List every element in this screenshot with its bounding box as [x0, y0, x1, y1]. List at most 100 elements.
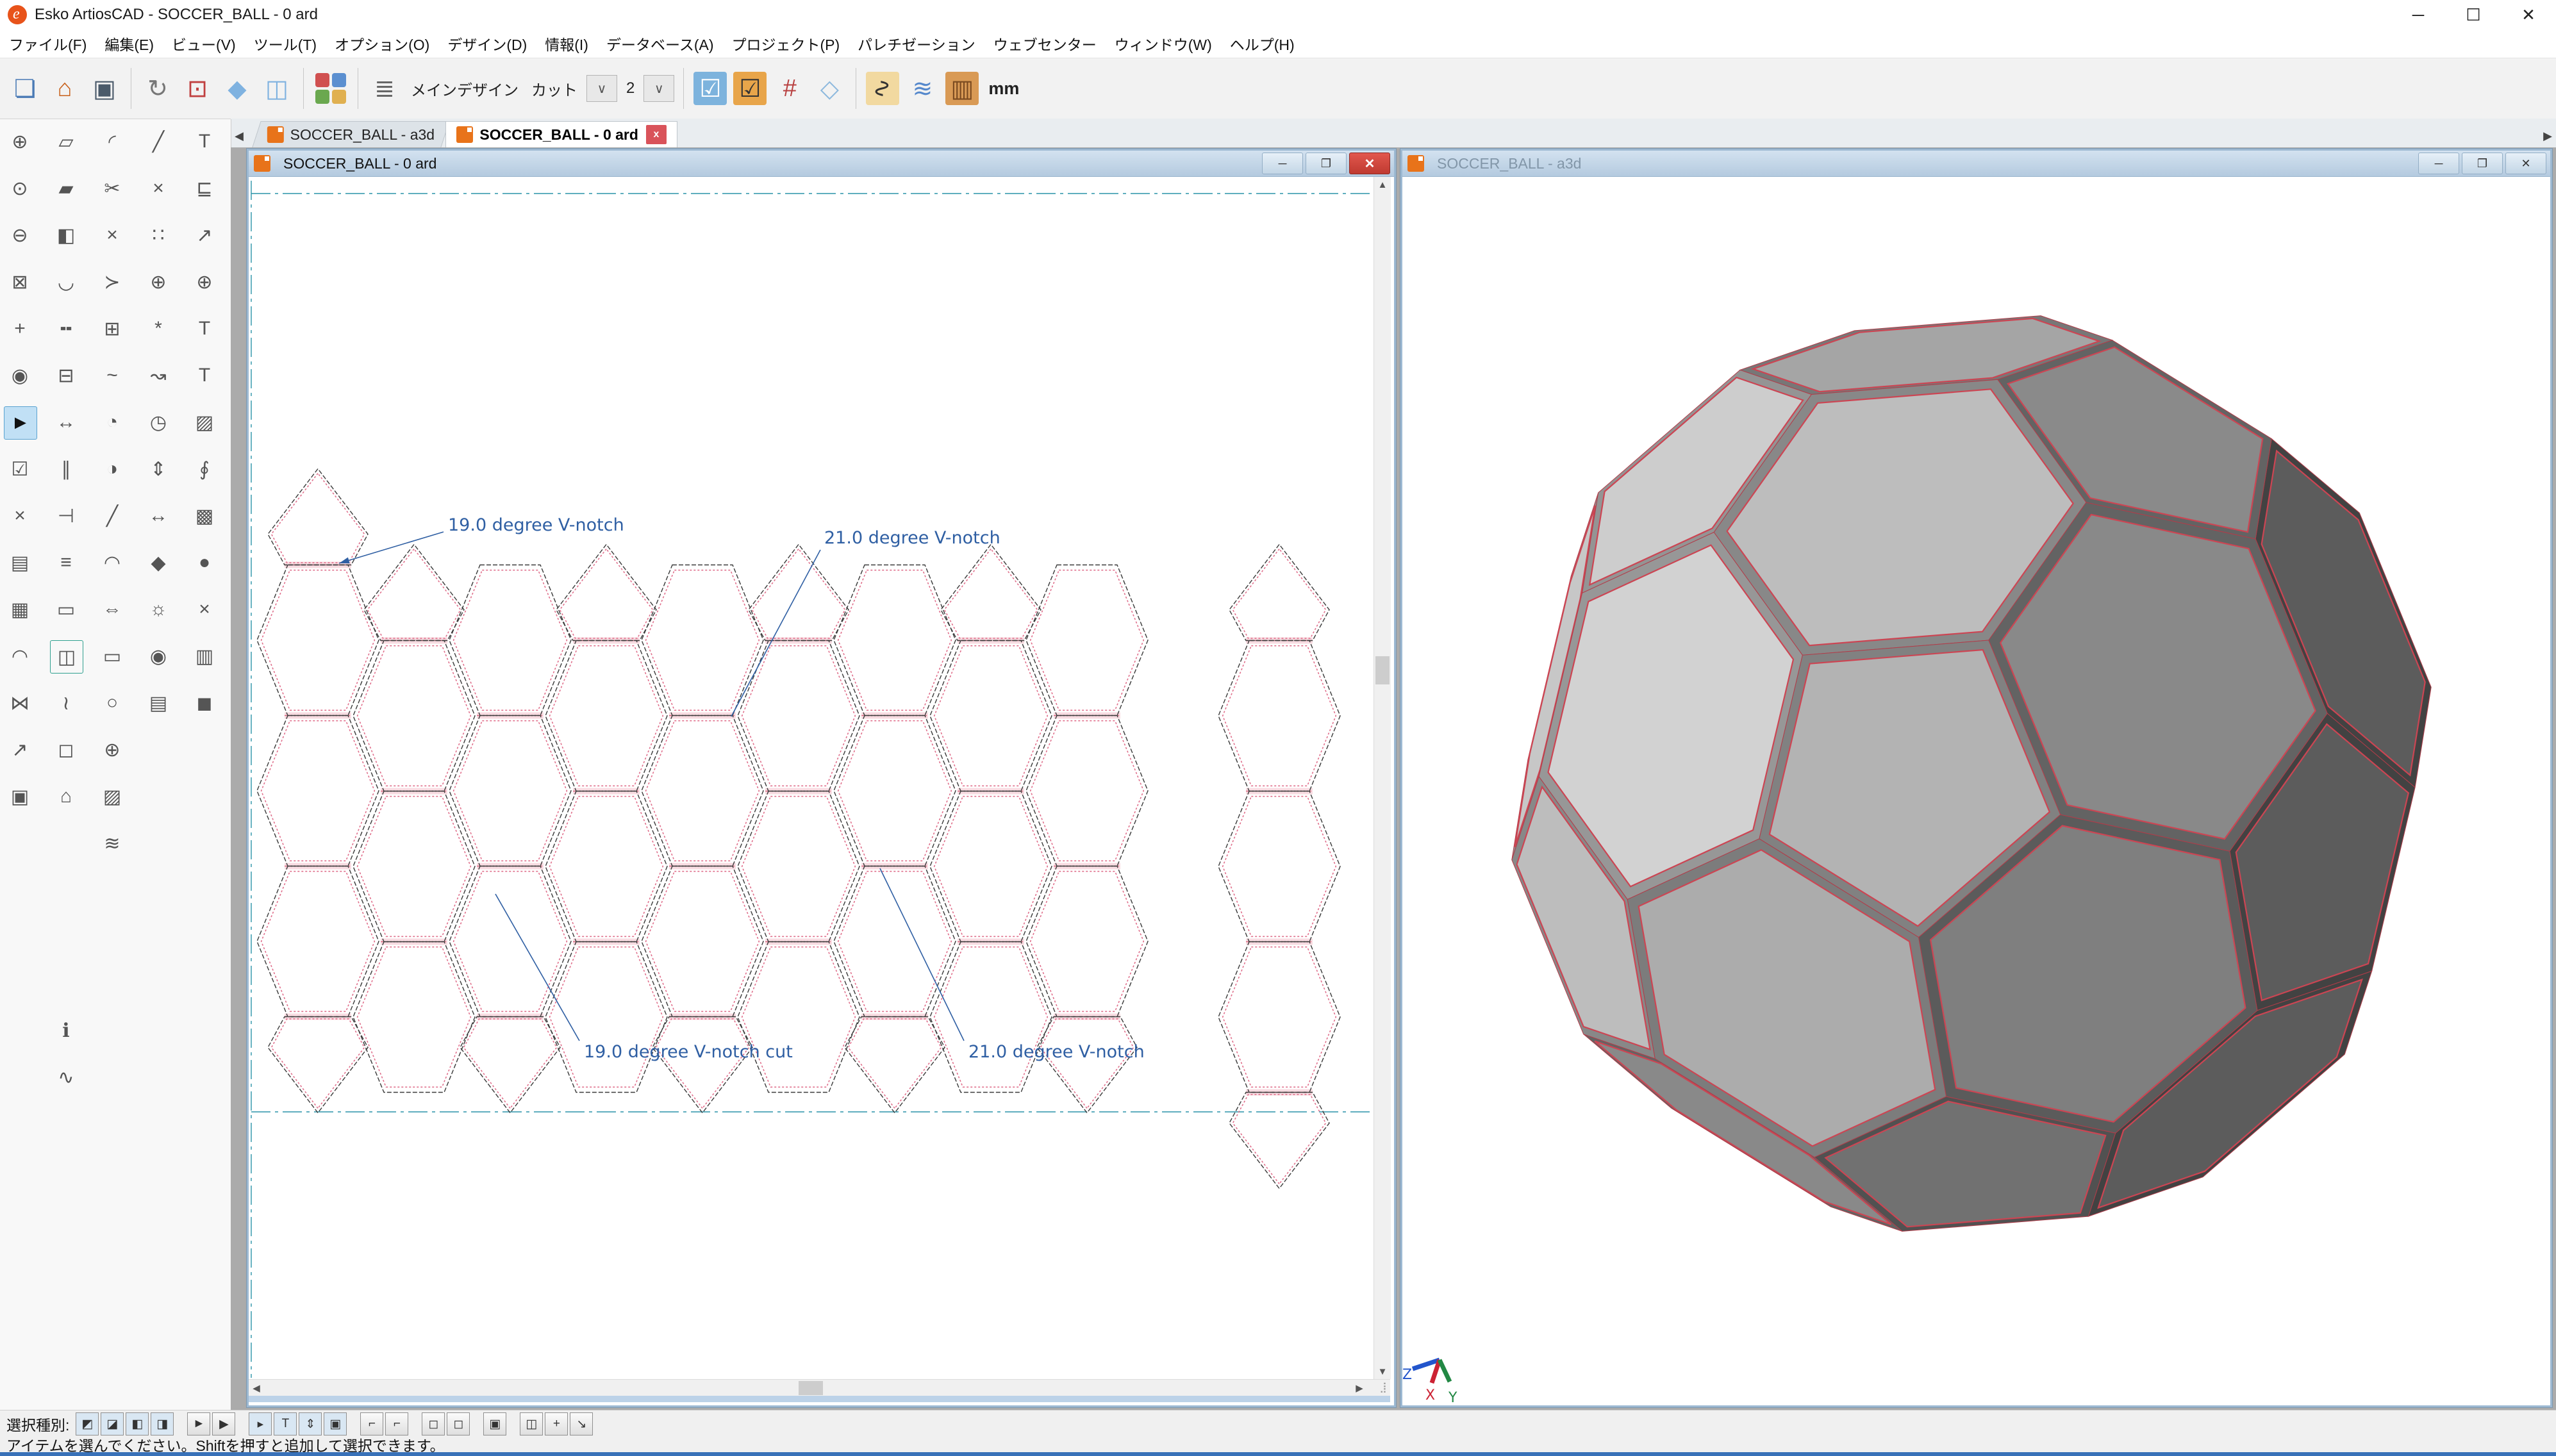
tool-cell-c2-r3[interactable]: ≻ — [96, 266, 128, 298]
selection-filter-button-15[interactable]: ◫ — [520, 1412, 543, 1435]
tool-cell-c1-r2[interactable]: ◧ — [50, 219, 82, 251]
tool-cell-c0-r4[interactable]: + — [4, 313, 36, 345]
tool-cell-c1-r1[interactable]: ▰ — [50, 172, 82, 204]
tool-cell-c3-r11[interactable]: ◉ — [142, 640, 174, 672]
tool-cell-c3-r9[interactable]: ◆ — [142, 547, 174, 579]
tool-cell-c1-r14[interactable]: ⌂ — [50, 781, 82, 813]
tool-cell-c1-r8[interactable]: ⊣ — [50, 500, 82, 532]
view-3d-titlebar[interactable]: SOCCER_BALL - a3d ─ ❐ ✕ — [1402, 151, 2550, 177]
tool-cell-c4-r3[interactable]: ⊕ — [188, 266, 220, 298]
selection-filter-button-13[interactable]: ◻ — [447, 1412, 470, 1435]
s-curve-button[interactable]: ∿ — [866, 72, 899, 105]
tool-cell-c3-r0[interactable]: ╱ — [142, 126, 174, 158]
tool-cell-c4-r8[interactable]: ▩ — [188, 500, 220, 532]
rebuild-button[interactable]: ↻ — [141, 72, 174, 105]
selection-filter-button-11[interactable]: ⌐ — [385, 1412, 408, 1435]
selection-filter-button-10[interactable]: ⌐ — [360, 1412, 383, 1435]
unfold-drawing[interactable]: 19.0 degree V-notch21.0 degree V-notch19… — [249, 177, 1373, 1379]
menu-item-12[interactable]: ヘルプ(H) — [1221, 33, 1304, 54]
tool-cell-c0-r3[interactable]: ⊠ — [4, 266, 36, 298]
tool-cell-c4-r10[interactable]: × — [188, 593, 220, 625]
scroll-down-icon[interactable]: ▼ — [1374, 1364, 1391, 1379]
tool-cell-c0-r14[interactable]: ▣ — [4, 781, 36, 813]
drafting-button[interactable]: # — [773, 72, 806, 105]
tool-cell-c2-r0[interactable]: ◜ — [96, 126, 128, 158]
view-3d-window[interactable]: SOCCER_BALL - a3d ─ ❐ ✕ ZXY — [1400, 149, 2552, 1407]
tool-cell-c0-r5[interactable]: ◉ — [4, 360, 36, 392]
child-close-button[interactable]: ✕ — [1349, 153, 1390, 174]
tool-cell-c2-r12[interactable]: ○ — [96, 687, 128, 719]
child-restore-button[interactable]: ❐ — [2462, 153, 2503, 174]
vertical-scrollbar[interactable]: ▲ ▼ — [1373, 177, 1391, 1379]
tool-cell-c0-r12[interactable]: ⋈ — [4, 687, 36, 719]
menu-item-11[interactable]: ウィンドウ(W) — [1106, 33, 1221, 54]
tool-cell-c2-r8[interactable]: ╱ — [96, 500, 128, 532]
tool-cell-c0-r9[interactable]: ▤ — [4, 547, 36, 579]
tool-cell-c1-r20[interactable]: ∿ — [50, 1061, 82, 1093]
menu-item-5[interactable]: デザイン(D) — [438, 33, 536, 54]
tool-cell-c3-r6[interactable]: ◷ — [142, 406, 174, 438]
menu-item-4[interactable]: オプション(O) — [326, 33, 438, 54]
menu-item-6[interactable]: 情報(I) — [536, 33, 597, 54]
tool-cell-c1-r10[interactable]: ▭ — [50, 593, 82, 625]
selection-filter-button-8[interactable]: ⇕ — [299, 1412, 322, 1435]
selection-filter-button-17[interactable]: ↘ — [570, 1412, 593, 1435]
soccer-ball-3d-view[interactable]: ZXY — [1402, 177, 2546, 1402]
selection-filter-button-16[interactable]: + — [545, 1412, 568, 1435]
menu-item-9[interactable]: パレチゼーション — [849, 33, 984, 54]
selection-filter-button-12[interactable]: ◻ — [422, 1412, 445, 1435]
tool-cell-c1-r4[interactable]: ╍ — [50, 313, 82, 345]
tool-cell-c1-r5[interactable]: ⊟ — [50, 360, 82, 392]
design-button[interactable]: ⌂ — [48, 72, 81, 105]
convert-to-3d-button[interactable]: ◆ — [220, 72, 254, 105]
selection-filter-button-9[interactable]: ▣ — [324, 1412, 347, 1435]
document-tab-0[interactable]: SOCCER_BALL - a3d — [252, 121, 450, 147]
tool-cell-c2-r15[interactable]: ≋ — [96, 827, 128, 859]
tool-cell-c0-r13[interactable]: ↗ — [4, 734, 36, 766]
tool-cell-c1-r6[interactable]: ↔ — [50, 406, 82, 438]
tool-cell-c2-r9[interactable]: ◠ — [96, 547, 128, 579]
tool-cell-c4-r0[interactable]: T — [188, 126, 220, 158]
tool-cell-c1-r12[interactable]: ≀ — [50, 687, 82, 719]
selection-filter-button-4[interactable]: ► — [187, 1412, 210, 1435]
database-info-button[interactable]: ☑ — [733, 72, 767, 105]
tool-cell-c2-r6[interactable]: ◔ — [96, 406, 128, 438]
minimize-button[interactable]: ─ — [2391, 0, 2446, 29]
vscroll-thumb[interactable] — [1375, 656, 1390, 684]
tool-cell-c2-r1[interactable]: ✂ — [96, 172, 128, 204]
menu-item-10[interactable]: ウェブセンター — [984, 33, 1106, 54]
selection-filter-button-3[interactable]: ◨ — [151, 1412, 174, 1435]
tool-cell-c1-r9[interactable]: ≡ — [50, 547, 82, 579]
corrugate-button[interactable]: ≋ — [906, 72, 939, 105]
tool-cell-c3-r7[interactable]: ⇕ — [142, 453, 174, 485]
tool-cell-c0-r11[interactable]: ◠ — [4, 640, 36, 672]
canvas-parts-button-icon[interactable] — [314, 72, 347, 105]
menu-item-7[interactable]: データベース(A) — [597, 33, 723, 54]
tool-cell-c4-r1[interactable]: ⊑ — [188, 172, 220, 204]
tool-cell-c4-r11[interactable]: ▥ — [188, 640, 220, 672]
maximize-button[interactable]: ☐ — [2446, 0, 2501, 29]
child-minimize-button[interactable]: ─ — [2418, 153, 2459, 174]
annotation-dropdown[interactable]: ∨ — [643, 75, 674, 102]
child-close-button[interactable]: ✕ — [2505, 153, 2546, 174]
tab-scroll-right-icon[interactable]: ▶ — [2539, 124, 2556, 147]
convert-to-layout-button[interactable]: ◫ — [260, 72, 294, 105]
scroll-left-icon[interactable]: ◀ — [249, 1380, 264, 1396]
fit-page-button[interactable]: ◇ — [813, 72, 846, 105]
tool-cell-c2-r7[interactable]: ◑ — [96, 453, 128, 485]
tool-cell-c3-r4[interactable]: * — [142, 313, 174, 345]
tool-cell-c4-r4[interactable]: T — [188, 313, 220, 345]
tool-cell-c3-r3[interactable]: ⊕ — [142, 266, 174, 298]
selection-filter-button-2[interactable]: ◧ — [126, 1412, 149, 1435]
tool-cell-c3-r12[interactable]: ▤ — [142, 687, 174, 719]
design-2d-window[interactable]: SOCCER_BALL - 0 ard ─ ❐ ✕ 19.0 degree V-… — [247, 149, 1396, 1407]
selection-filter-button-1[interactable]: ◪ — [101, 1412, 124, 1435]
menu-item-8[interactable]: プロジェクト(P) — [722, 33, 849, 54]
tool-cell-c2-r5[interactable]: ~ — [96, 360, 128, 392]
tool-cell-c3-r1[interactable]: × — [142, 172, 174, 204]
tool-cell-c2-r14[interactable]: ▨ — [96, 781, 128, 813]
resize-grip[interactable]: ⣸ — [1379, 1381, 1388, 1394]
menu-item-2[interactable]: ビュー(V) — [163, 33, 245, 54]
tool-cell-c0-r6-selected[interactable]: ► — [4, 406, 37, 440]
tab-scroll-left-icon[interactable]: ◀ — [231, 124, 247, 147]
